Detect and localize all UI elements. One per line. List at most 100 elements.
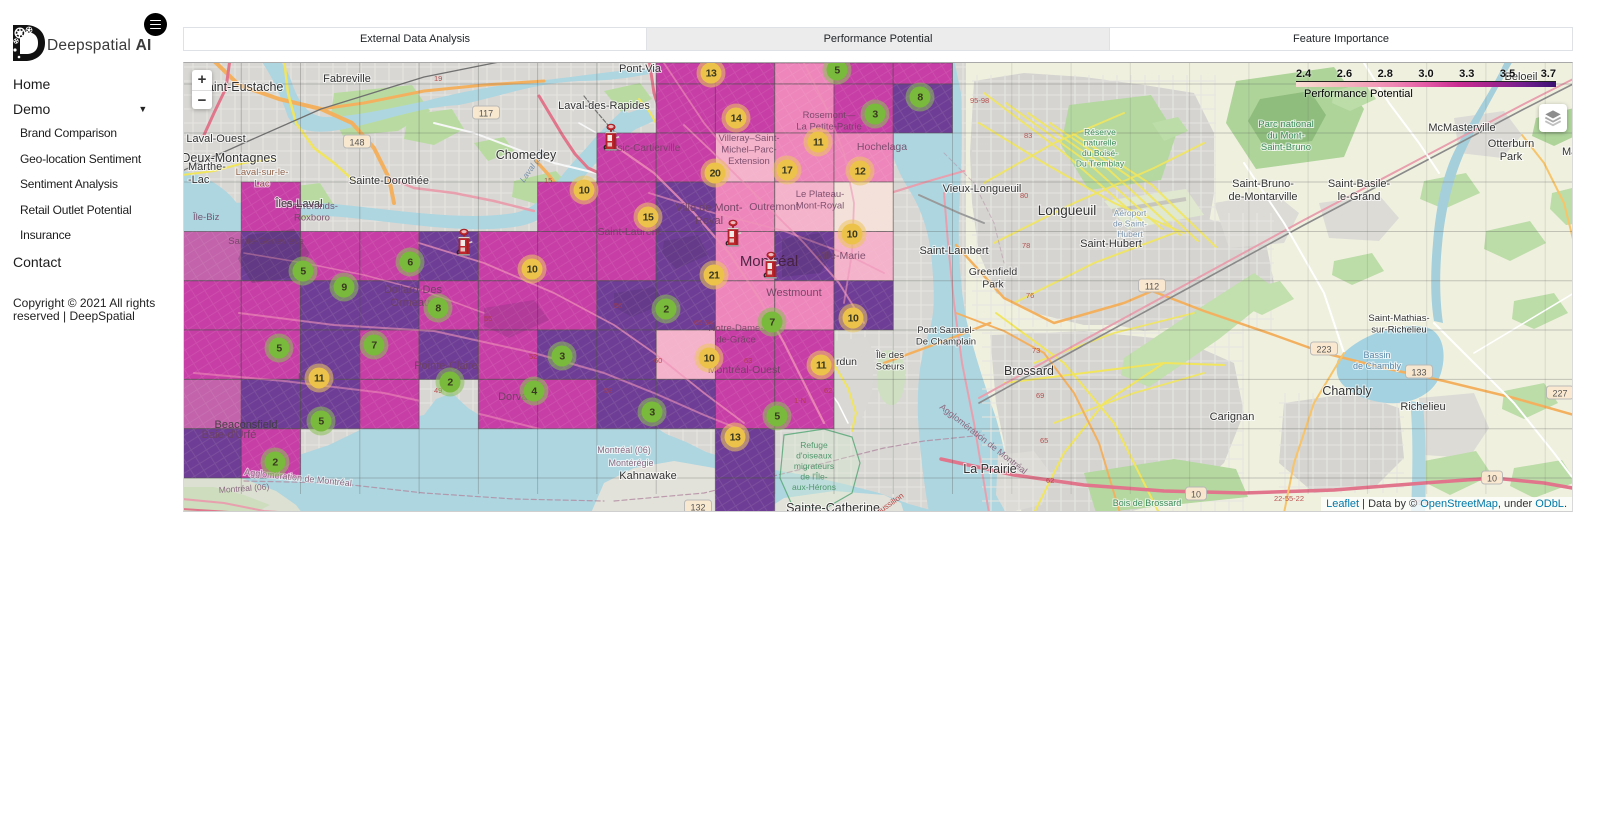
svg-text:sur-Richelieu: sur-Richelieu [1371,325,1426,336]
svg-text:Bois de Brossard: Bois de Brossard [1113,498,1182,508]
svg-text:Ville-Marie: Ville-Marie [816,250,866,262]
svg-text:Île-Biz: Île-Biz [192,212,220,223]
svg-text:le-Grand: le-Grand [1338,191,1381,203]
svg-text:52: 52 [529,352,537,361]
svg-text:migrateurs: migrateurs [794,461,834,471]
svg-text:Greenfield: Greenfield [969,266,1018,278]
svg-text:19: 19 [434,74,442,83]
svg-text:du Mont-: du Mont- [1267,131,1305,142]
svg-text:Montréal (06): Montréal (06) [597,445,651,455]
svg-text:Île des: Île des [875,350,904,361]
svg-text:Chomedey: Chomedey [496,148,557,162]
svg-text:Pierrefonds-: Pierrefonds- [286,201,338,212]
svg-text:Sainte-Geneviève: Sainte-Geneviève [228,236,304,247]
svg-text:Saint-Basile-: Saint-Basile- [1328,178,1391,190]
svg-text:80: 80 [1020,191,1028,200]
svg-text:6: 6 [407,257,413,269]
svg-text:Ville de Mont-: Ville de Mont- [675,202,742,214]
svg-text:5: 5 [834,65,840,77]
svg-text:11: 11 [314,373,325,385]
svg-text:3: 3 [649,407,655,419]
svg-text:Parc national: Parc national [1258,119,1313,130]
svg-text:La Petite-Patrie: La Petite-Patrie [796,122,861,133]
svg-text:11: 11 [816,360,827,372]
svg-text:227: 227 [1552,389,1567,399]
svg-text:58: 58 [604,386,612,395]
svg-text:78: 78 [1022,241,1030,250]
svg-text:15: 15 [643,212,654,224]
svg-text:Du Tremblay: Du Tremblay [1076,159,1125,169]
svg-text:56: 56 [614,301,622,310]
svg-text:de Saint-: de Saint- [1113,219,1147,229]
svg-text:Longueuil: Longueuil [1038,203,1097,218]
svg-text:Mont-Royal: Mont-Royal [796,201,845,212]
svg-text:60: 60 [654,356,662,365]
svg-text:Hochelaga: Hochelaga [857,141,907,153]
svg-text:Sainte-Dorothée: Sainte-Dorothée [349,175,429,187]
svg-text:Lac: Lac [254,179,270,190]
svg-text:Outremont: Outremont [749,201,799,213]
svg-text:Royal: Royal [695,215,723,227]
svg-text:22-55-22: 22-55-22 [1274,494,1304,503]
svg-text:Saint-Bruno: Saint-Bruno [1261,142,1311,153]
svg-text:10: 10 [847,229,858,241]
svg-text:Kahnawake: Kahnawake [619,470,677,482]
svg-text:Sainte-Catherine: Sainte-Catherine [786,501,880,512]
svg-text:223: 223 [1316,345,1331,355]
svg-text:Extension: Extension [728,156,770,167]
svg-text:14: 14 [731,113,742,125]
svg-text:Hubert: Hubert [1117,229,1143,239]
svg-text:Westmount: Westmount [766,287,821,299]
svg-text:83: 83 [1024,131,1032,140]
svg-text:7: 7 [769,317,775,329]
svg-text:aux-Hérons: aux-Hérons [792,482,836,492]
svg-text:4: 4 [531,386,537,398]
svg-text:63: 63 [744,356,752,365]
svg-text:13: 13 [706,68,717,80]
svg-text:2: 2 [447,377,453,389]
svg-text:Fabreville: Fabreville [323,73,371,85]
svg-text:Saint-Hubert: Saint-Hubert [1080,238,1142,250]
svg-text:13: 13 [730,432,741,444]
svg-text:Roxboro: Roxboro [294,213,330,224]
svg-text:De Champlain: De Champlain [916,337,976,348]
svg-text:Marthe-: Marthe- [188,161,226,173]
svg-text:de-Montarville: de-Montarville [1228,191,1297,203]
svg-text:Park: Park [1500,151,1523,163]
svg-text:Carignan: Carignan [1210,411,1255,423]
svg-text:du Boisé-: du Boisé- [1082,148,1118,158]
svg-text:55: 55 [484,314,492,323]
svg-text:Otterburn: Otterburn [1488,138,1534,150]
svg-text:133: 133 [1411,368,1426,378]
svg-text:de-Grâce: de-Grâce [716,335,756,346]
svg-text:Sœurs: Sœurs [876,362,905,373]
svg-text:Pont-Via: Pont-Via [619,63,662,75]
svg-text:Rosemont—: Rosemont— [803,110,856,121]
svg-text:1-N: 1-N [794,396,806,405]
svg-text:7: 7 [371,340,377,352]
svg-text:3: 3 [559,351,565,363]
svg-text:10: 10 [704,353,715,365]
svg-text:5: 5 [774,411,780,423]
svg-text:Richelieu: Richelieu [1400,401,1445,413]
svg-text:65: 65 [1040,436,1048,445]
svg-text:-Lac: -Lac [188,174,210,186]
svg-text:117: 117 [479,109,493,119]
svg-text:naturelle: naturelle [1084,138,1117,148]
svg-text:2: 2 [272,457,278,469]
svg-text:69: 69 [1036,391,1044,400]
svg-text:Saint-Lambert: Saint-Lambert [919,245,988,257]
svg-text:148: 148 [349,138,364,148]
svg-text:17: 17 [782,165,793,177]
svg-text:65-64: 65-64 [694,318,713,327]
svg-text:Villeray–Saint-: Villeray–Saint- [718,133,779,144]
svg-text:Vieux-Longueuil: Vieux-Longueuil [943,183,1022,195]
svg-text:Montérégie: Montérégie [608,458,653,468]
svg-text:Saint-Bruno-: Saint-Bruno- [1232,178,1294,190]
svg-text:Brossard: Brossard [1004,364,1054,378]
svg-text:62: 62 [1046,476,1054,485]
svg-text:132: 132 [690,503,705,513]
svg-text:10: 10 [1191,490,1201,500]
svg-text:Laval-Ouest: Laval-Ouest [186,133,245,145]
svg-text:de Chambly: de Chambly [1353,361,1402,371]
